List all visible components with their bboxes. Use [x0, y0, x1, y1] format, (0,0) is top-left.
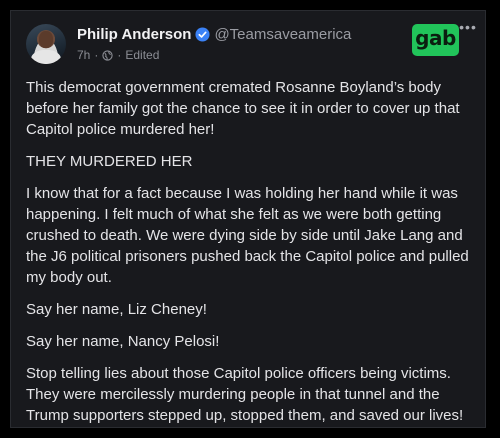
verified-badge-icon	[195, 27, 210, 42]
avatar-shirt	[31, 50, 61, 64]
post-timestamp[interactable]: 7h	[77, 48, 90, 62]
edited-label[interactable]: Edited	[125, 48, 159, 62]
post-paragraph: Say her name, Nancy Pelosi!	[26, 333, 220, 350]
author-display-name[interactable]: Philip Anderson	[77, 26, 191, 43]
avatar-head	[39, 31, 53, 48]
post-meta: 7h · · Edited	[77, 48, 159, 62]
post-paragraph: Stop telling lies about those Capitol po…	[26, 365, 464, 424]
post-paragraph: I know that for a fact because I was hol…	[26, 185, 469, 286]
author-avatar[interactable]	[26, 24, 66, 64]
meta-separator: ·	[117, 48, 122, 62]
post-paragraph: This democrat government cremated Rosann…	[26, 79, 460, 138]
post-paragraph: THEY MURDERED HER	[26, 153, 193, 170]
gab-logo: gab	[412, 24, 459, 56]
meta-separator: ·	[94, 48, 99, 62]
globe-icon	[102, 49, 113, 61]
more-options-icon[interactable]: •••	[459, 20, 477, 36]
post-body: This democrat government cremated Rosann…	[26, 77, 472, 437]
post-card: Philip Anderson @Teamsaveamerica 7h · · …	[10, 10, 486, 428]
author-name-row: Philip Anderson @Teamsaveamerica	[77, 26, 351, 43]
post-paragraph: Say her name, Liz Cheney!	[26, 301, 207, 318]
author-handle[interactable]: @Teamsaveamerica	[214, 26, 351, 43]
